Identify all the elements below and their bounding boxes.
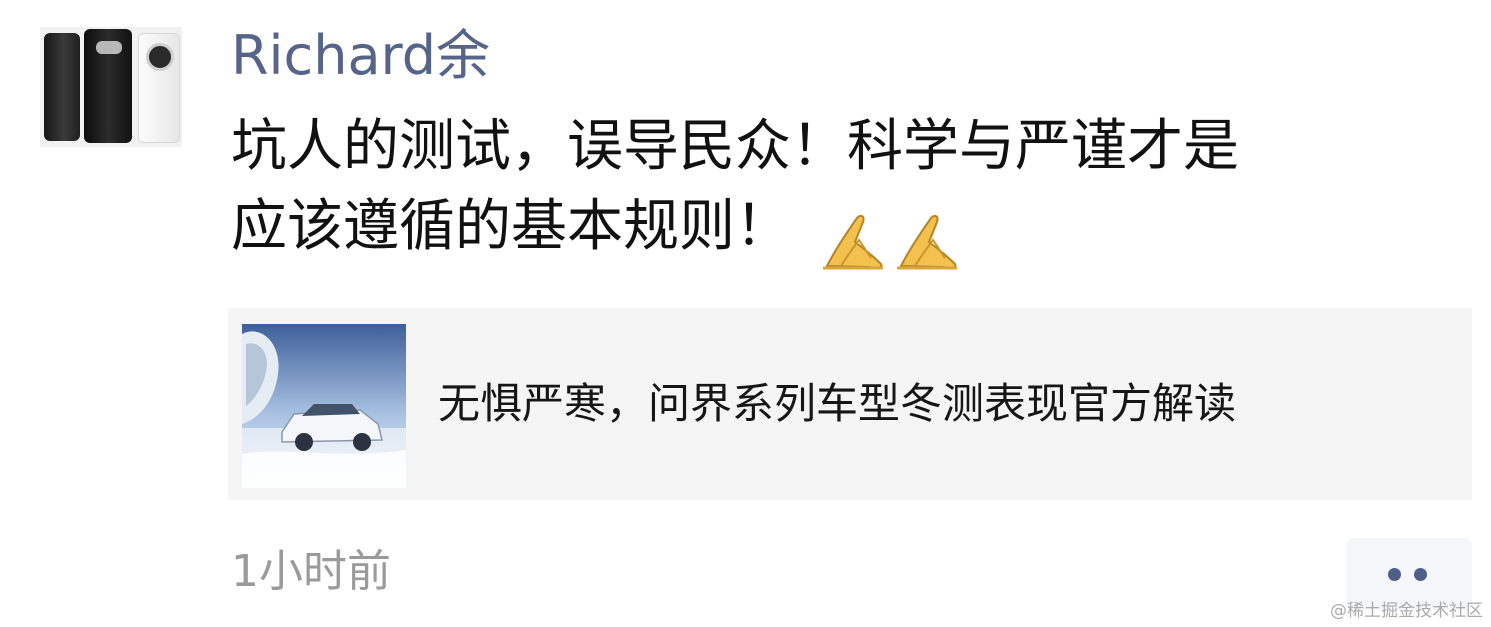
- avatar[interactable]: [40, 27, 182, 147]
- folded-hands-icon: [823, 214, 883, 270]
- link-card-title: 无惧严寒，问界系列车型冬测表现官方解读: [438, 379, 1237, 428]
- snow-car-thumbnail-image: [242, 324, 406, 488]
- post-text-line-2: 应该遵循的基本规则！: [231, 194, 791, 259]
- more-dot-icon: [1388, 568, 1401, 581]
- post-text-line-1: 坑人的测试，误导民众！科学与严谨才是: [231, 114, 1239, 179]
- camera-lens: [146, 43, 174, 71]
- post-text: 坑人的测试，误导民众！科学与严谨才是 应该遵循的基本规则！: [231, 107, 1471, 270]
- author-name[interactable]: Richard余: [231, 16, 490, 96]
- more-dot-icon: [1414, 568, 1427, 581]
- post-text-line-2-row: 应该遵循的基本规则！: [231, 187, 1471, 270]
- phone-image-left: [44, 33, 80, 141]
- watermark: @稀土掘金技术社区: [1330, 601, 1483, 621]
- emoji-group: [819, 198, 967, 270]
- post-timestamp: 1小时前: [231, 546, 391, 597]
- camera-module: [96, 41, 122, 54]
- shared-link-card[interactable]: 无惧严寒，问界系列车型冬测表现官方解读: [228, 308, 1472, 500]
- link-thumbnail: [242, 324, 406, 488]
- folded-hands-icon: [897, 214, 957, 270]
